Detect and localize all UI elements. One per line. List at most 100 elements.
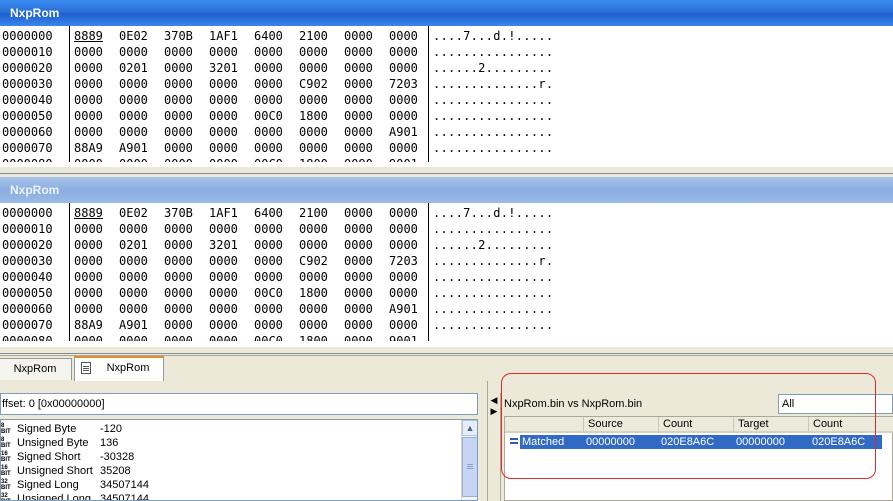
hex-word[interactable]: 0000 — [254, 76, 283, 92]
hex-word[interactable]: 7203 — [389, 253, 418, 269]
table-row[interactable]: Matched 00000000 020E8A6C 00000000 020E8… — [520, 435, 882, 449]
hex-word[interactable]: 1AF1 — [209, 205, 238, 221]
hex-ascii[interactable]: ....7...d.!..... — [433, 28, 553, 44]
hex-word[interactable]: A901 — [389, 301, 418, 317]
hex-word[interactable]: 0000 — [299, 92, 328, 108]
hex-word[interactable]: 0000 — [119, 156, 148, 162]
hex-word[interactable]: 00C0 — [254, 156, 283, 162]
hex-row[interactable]: 0000080 0000 0000 0000 0000 00C0 1800 0090 9001.… — [0, 156, 893, 162]
hex-ascii[interactable]: ................ — [433, 269, 553, 285]
hex-ascii[interactable]: ................ — [433, 221, 553, 237]
inspector-row[interactable]: 32 BIT Unsigned Long 34507144 — [1, 492, 461, 500]
hex-row[interactable]: 0000030 0000 0000 0000 0000 0000 C902 0000 7203.… — [0, 253, 893, 269]
hex-ascii[interactable]: ................ — [433, 140, 553, 156]
hex-word[interactable]: 0000 — [209, 269, 238, 285]
hex-word[interactable]: 0000 — [299, 221, 328, 237]
hex-word[interactable]: 0000 — [344, 221, 373, 237]
hex-ascii[interactable]: ................ — [433, 156, 553, 162]
hex-word[interactable]: 0000 — [119, 44, 148, 60]
hex-ascii[interactable]: ................ — [433, 44, 553, 60]
hex-word[interactable]: 0000 — [344, 44, 373, 60]
hex-word[interactable]: 0090 — [344, 156, 373, 162]
hex-word[interactable]: 0000 — [164, 221, 193, 237]
hex-word[interactable]: 370B — [164, 28, 193, 44]
hex-word[interactable]: 0000 — [164, 237, 193, 253]
inspector-row[interactable]: 16 BIT Signed Short -30328 — [1, 450, 461, 464]
hex-word[interactable]: 2100 — [299, 28, 328, 44]
hex-word[interactable]: C902 — [299, 76, 328, 92]
hex-word[interactable]: 0000 — [254, 44, 283, 60]
hex-word[interactable]: 0000 — [389, 28, 418, 44]
hex-word[interactable]: 0000 — [299, 301, 328, 317]
compare-results-table[interactable]: Source Count Target Count Matched 000000… — [504, 416, 893, 501]
hex-row[interactable]: 0000070 88A9 A901 0000 0000 0000 0000 0000 0000.… — [0, 317, 893, 333]
hex-row[interactable]: 0000000 8889 0E02 370B 1AF1 6400 2100 0000 0000.… — [0, 205, 893, 221]
hex-word[interactable]: 0000 — [344, 28, 373, 44]
hex-word[interactable]: 0000 — [74, 44, 103, 60]
hex-word[interactable]: 0000 — [344, 124, 373, 140]
hex-word[interactable]: 0000 — [299, 237, 328, 253]
inspector-row[interactable]: 8 BIT Signed Byte -120 — [1, 422, 461, 436]
hex-word[interactable]: A901 — [119, 317, 148, 333]
hex-row[interactable]: 0000020 0000 0201 0000 3201 0000 0000 0000 0000.… — [0, 60, 893, 76]
hex-word[interactable]: 0000 — [74, 333, 103, 341]
hex-word[interactable]: 8889 — [74, 205, 103, 221]
hex-word[interactable]: 0000 — [254, 124, 283, 140]
hex-word[interactable]: 0000 — [344, 253, 373, 269]
hex-word[interactable]: 0000 — [74, 285, 103, 301]
hex-word[interactable]: 0000 — [299, 124, 328, 140]
hex-word[interactable]: 0000 — [74, 301, 103, 317]
hex-word[interactable]: 0000 — [209, 140, 238, 156]
hex-word[interactable]: 0000 — [389, 269, 418, 285]
hex-word[interactable]: 0000 — [254, 237, 283, 253]
hex-word[interactable]: 0000 — [164, 269, 193, 285]
compare-sidebar[interactable]: ◀ ▶ — [488, 393, 501, 501]
hex-word[interactable]: 1800 — [299, 333, 328, 341]
hex-word[interactable]: 1800 — [299, 285, 328, 301]
hex-word[interactable]: 0000 — [119, 333, 148, 341]
hex-view[interactable]: 0000000 8889 0E02 370B 1AF1 6400 2100 0000 0000.… — [0, 203, 893, 341]
hex-word[interactable]: 0000 — [254, 253, 283, 269]
hex-word[interactable]: 0000 — [344, 285, 373, 301]
hex-word[interactable]: 0000 — [344, 108, 373, 124]
hex-word[interactable]: 0000 — [209, 156, 238, 162]
hex-word[interactable]: 00C0 — [254, 333, 283, 341]
hex-word[interactable]: 9001 — [389, 156, 418, 162]
hex-word[interactable]: 0000 — [254, 60, 283, 76]
hex-word[interactable]: 0000 — [299, 60, 328, 76]
hex-word[interactable]: 0000 — [254, 92, 283, 108]
hex-word[interactable]: 1AF1 — [209, 28, 238, 44]
hex-word[interactable]: 0000 — [119, 124, 148, 140]
hex-word[interactable]: 0000 — [209, 301, 238, 317]
column-header-source[interactable]: Source — [584, 417, 659, 433]
collapse-arrow-icon[interactable]: ◀ — [488, 395, 500, 406]
hex-word[interactable]: 0000 — [254, 269, 283, 285]
hex-word[interactable]: 0000 — [344, 205, 373, 221]
tab-nxprom-1[interactable]: NxpRom — [0, 358, 72, 380]
hex-word[interactable]: 1800 — [299, 156, 328, 162]
hex-word[interactable]: 0000 — [209, 333, 238, 341]
pane-title-bar[interactable]: NxpRom — [0, 0, 893, 26]
hex-ascii[interactable]: ................ — [433, 285, 553, 301]
column-header-source-count[interactable]: Count — [659, 417, 734, 433]
expand-arrow-icon[interactable]: ▶ — [488, 406, 500, 417]
hex-word[interactable]: 0000 — [74, 60, 103, 76]
hex-word[interactable]: 0000 — [164, 44, 193, 60]
hex-word[interactable]: 0000 — [74, 237, 103, 253]
hex-row[interactable]: 0000070 88A9 A901 0000 0000 0000 0000 0000 0000.… — [0, 140, 893, 156]
hex-row[interactable]: 0000050 0000 0000 0000 0000 00C0 1800 0000 0000.… — [0, 108, 893, 124]
hex-word[interactable]: 0201 — [119, 237, 148, 253]
hex-word[interactable]: 0000 — [74, 108, 103, 124]
hex-word[interactable]: 0000 — [299, 140, 328, 156]
hex-word[interactable]: 0000 — [119, 301, 148, 317]
hex-row[interactable]: 0000010 0000 0000 0000 0000 0000 0000 0000 0000.… — [0, 44, 893, 60]
hex-word[interactable]: 0000 — [299, 269, 328, 285]
hex-word[interactable]: 0000 — [164, 92, 193, 108]
hex-row[interactable]: 0000050 0000 0000 0000 0000 00C0 1800 0000 0000.… — [0, 285, 893, 301]
hex-word[interactable]: 0000 — [209, 221, 238, 237]
hex-word[interactable]: 0000 — [389, 92, 418, 108]
hex-word[interactable]: 0000 — [74, 156, 103, 162]
hex-word[interactable]: 0000 — [74, 253, 103, 269]
hex-word[interactable]: 0000 — [344, 317, 373, 333]
hex-word[interactable]: 0000 — [344, 269, 373, 285]
